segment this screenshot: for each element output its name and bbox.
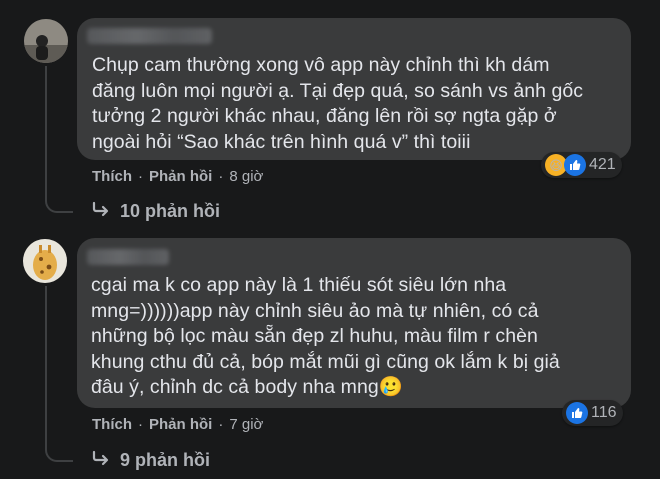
commenter-avatar[interactable]	[24, 19, 68, 63]
comment-bubble[interactable]: cgai ma k co app này là 1 thiếu sót siêu…	[77, 238, 631, 408]
separator: ·	[138, 168, 143, 185]
separator: ·	[218, 416, 224, 433]
replies-count-label: 10 phản hồi	[120, 201, 221, 221]
commenter-name[interactable]	[87, 28, 212, 44]
reaction-summary[interactable]: 😆 421	[541, 152, 622, 178]
like-reaction-icon	[566, 402, 588, 424]
like-reaction-icon	[564, 154, 586, 176]
profile-photo-icon	[24, 19, 68, 63]
reply-link[interactable]: Phản hồi	[149, 168, 212, 185]
commenter-avatar[interactable]	[23, 239, 67, 283]
commenter-name[interactable]	[87, 249, 169, 265]
view-replies-button[interactable]: 10 phản hồi	[92, 201, 220, 222]
thread-line	[45, 66, 73, 213]
reply-arrow-icon	[92, 450, 110, 471]
comment-actions: Thích · Phản hồi · 8 giờ	[92, 168, 263, 185]
thread-line	[45, 286, 73, 462]
reply-link[interactable]: Phản hồi	[149, 416, 212, 433]
separator: ·	[138, 416, 143, 433]
like-link[interactable]: Thích	[92, 416, 132, 433]
comment-bubble[interactable]: Chụp cam thường xong vô app này chỉnh th…	[77, 18, 631, 160]
comment-actions: Thích · Phản hồi · 7 giờ	[92, 416, 263, 433]
reaction-summary[interactable]: 116	[562, 400, 623, 426]
reaction-count: 116	[591, 404, 617, 421]
timestamp[interactable]: 8 giờ	[229, 168, 263, 185]
like-link[interactable]: Thích	[92, 168, 132, 185]
view-replies-button[interactable]: 9 phản hồi	[92, 450, 210, 471]
comment-text: cgai ma k co app này là 1 thiếu sót siêu…	[91, 274, 560, 398]
comment-text: Chụp cam thường xong vô app này chỉnh th…	[92, 54, 584, 153]
timestamp[interactable]: 7 giờ	[229, 416, 263, 433]
replies-count-label: 9 phản hồi	[120, 450, 210, 470]
separator: ·	[218, 168, 224, 185]
reaction-count: 421	[589, 156, 616, 173]
reply-arrow-icon	[92, 201, 110, 222]
profile-photo-icon	[23, 239, 67, 283]
